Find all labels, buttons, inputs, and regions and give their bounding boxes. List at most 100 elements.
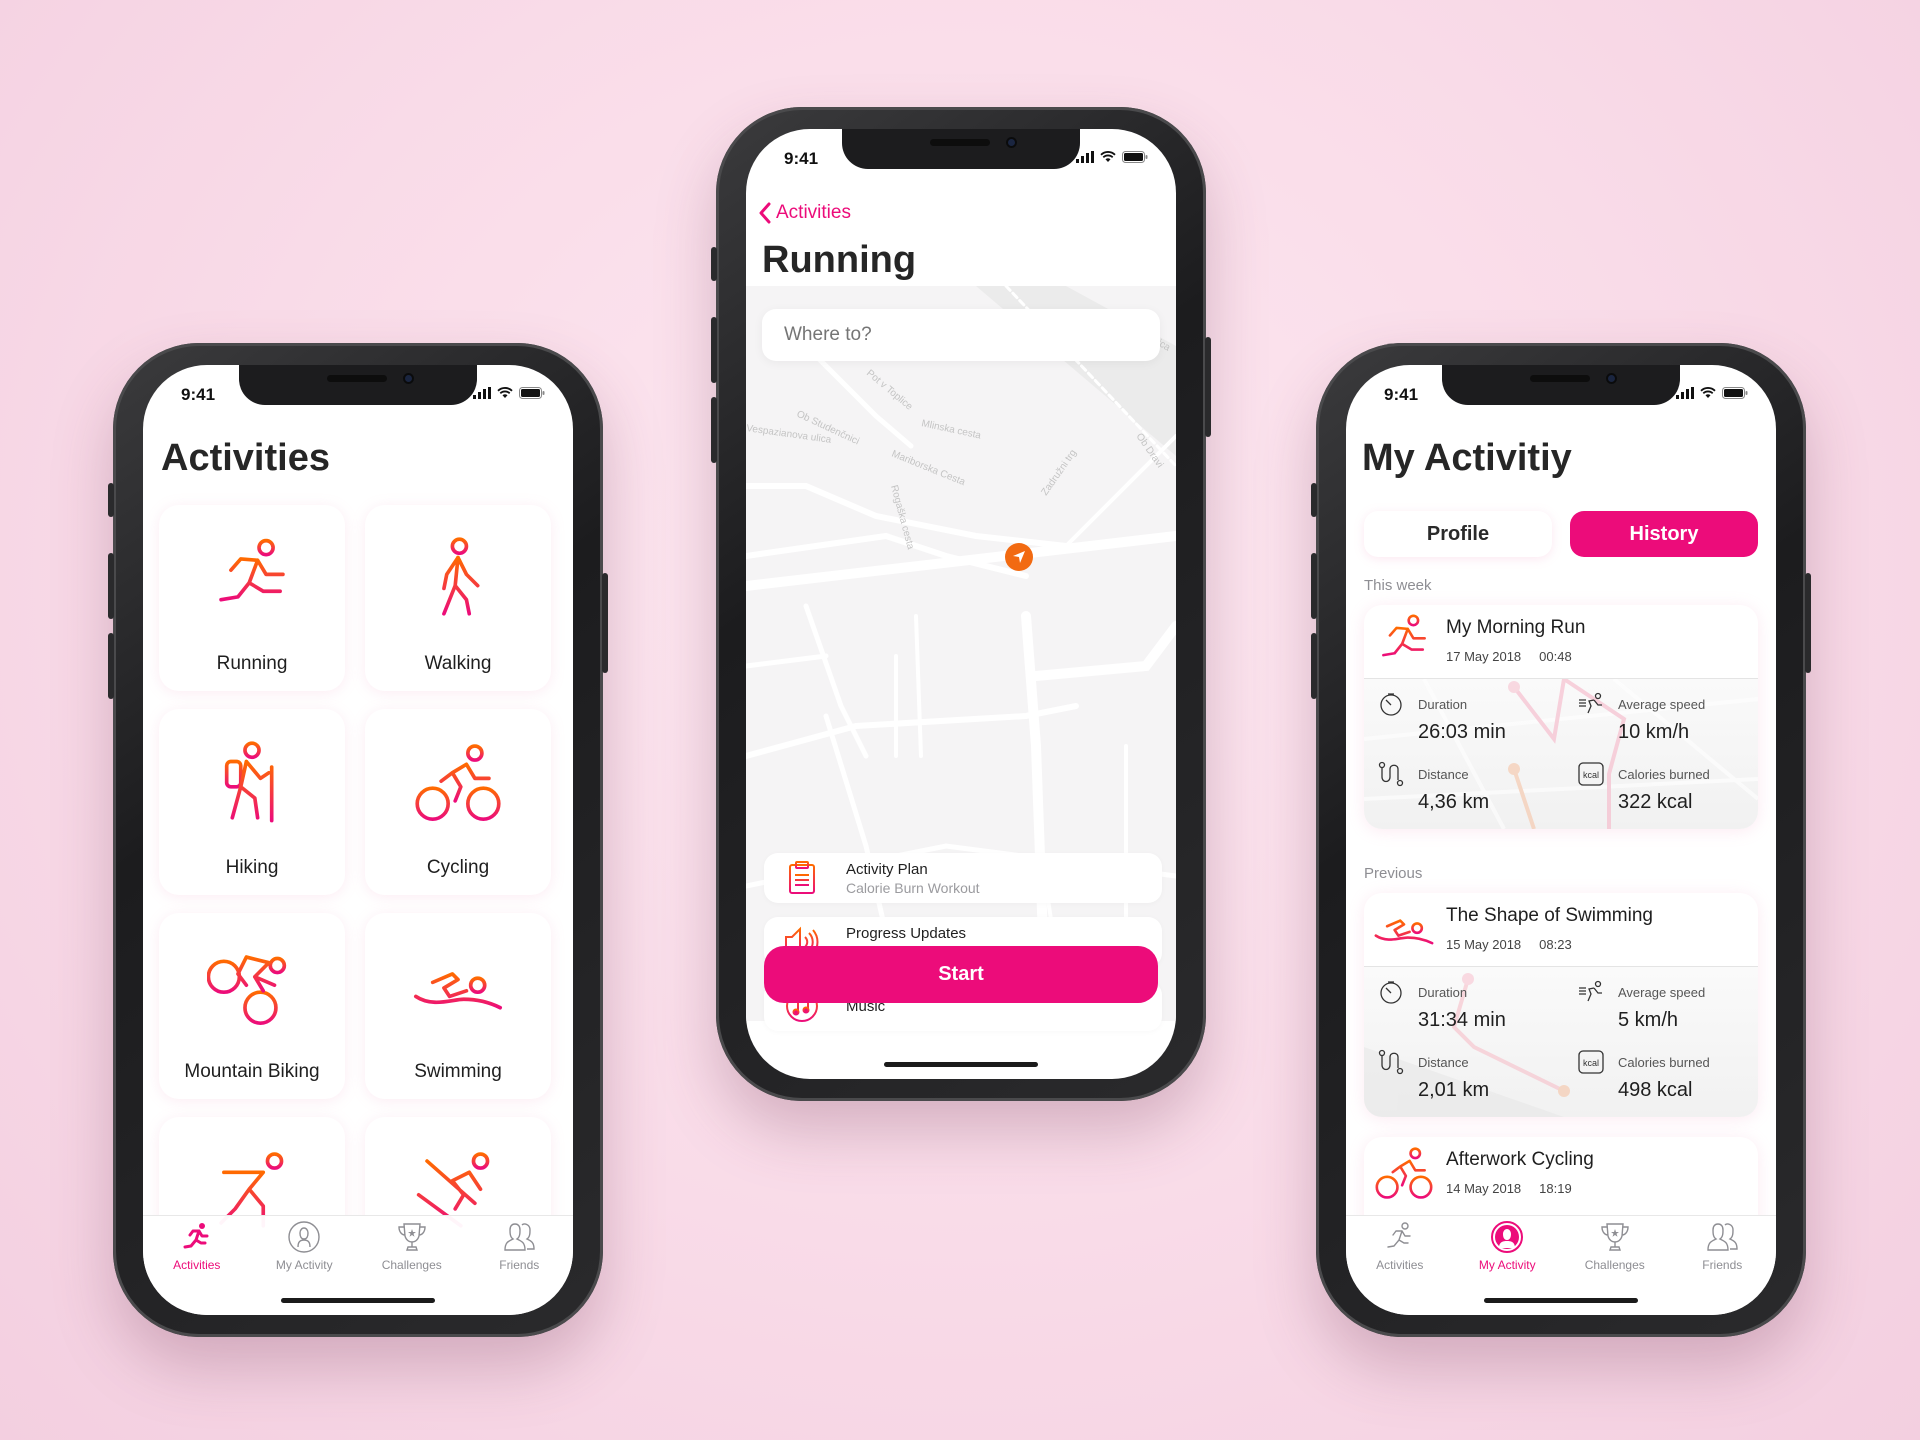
svg-text:kcal: kcal xyxy=(1583,1058,1599,1068)
mute-switch xyxy=(1311,483,1317,517)
card-stats: Duration 31:34 min Average speed 5 km/h … xyxy=(1364,967,1758,1117)
page-title: Activities xyxy=(161,437,330,479)
clipboard-icon xyxy=(789,861,815,894)
kcal-icon: kcal xyxy=(1578,762,1604,786)
status-bar: 9:41 xyxy=(143,377,573,407)
profile-icon xyxy=(288,1221,320,1253)
activity-label: Walking xyxy=(424,653,492,674)
stat-calories: kcal Calories burned 322 kcal xyxy=(1578,761,1758,825)
status-bar: 9:41 xyxy=(746,141,1176,171)
map-label: Mlinska cesta xyxy=(920,418,982,441)
option-title: Activity Plan xyxy=(846,860,928,878)
svg-text:kcal: kcal xyxy=(1583,770,1599,780)
activity-card[interactable]: The Shape of Swimming 15 May 2018 08:23 D… xyxy=(1364,893,1758,1117)
tab-activities[interactable]: Activities xyxy=(143,1216,251,1315)
chevron-left-icon xyxy=(759,202,771,224)
status-time: 9:41 xyxy=(784,149,819,168)
tab-friends[interactable]: Friends xyxy=(1669,1216,1777,1315)
tab-label: Activities xyxy=(173,1258,221,1272)
hiking-icon xyxy=(224,741,274,823)
section-header-previous: Previous xyxy=(1364,865,1423,882)
activity-tile-running[interactable]: Running xyxy=(159,505,345,691)
running-icon xyxy=(1387,1222,1411,1248)
battery-icon xyxy=(519,387,545,399)
stopwatch-icon xyxy=(1380,693,1402,716)
card-stats: Duration 26:03 min Average speed 10 km/h… xyxy=(1364,679,1758,829)
activity-tile-walking[interactable]: Walking xyxy=(365,505,551,691)
home-indicator[interactable] xyxy=(884,1062,1038,1067)
home-indicator[interactable] xyxy=(281,1298,435,1303)
activity-label: Mountain Biking xyxy=(184,1061,320,1082)
cycling-icon xyxy=(1375,1147,1433,1199)
activity-card[interactable]: My Morning Run 17 May 2018 00:48 Duration… xyxy=(1364,605,1758,829)
activity-tile-mountain-biking[interactable]: Mountain Biking xyxy=(159,913,345,1099)
swimming-icon xyxy=(413,972,503,1010)
stat-duration: Duration 26:03 min xyxy=(1378,691,1568,755)
activity-label: Cycling xyxy=(426,857,490,878)
stat-average-speed: Average speed 5 km/h xyxy=(1578,979,1758,1043)
activity-tile-hiking[interactable]: Hiking xyxy=(159,709,345,895)
card-time: 00:48 xyxy=(1539,649,1572,664)
kcal-icon: kcal xyxy=(1578,1050,1604,1074)
speed-runner-icon xyxy=(1579,692,1602,714)
map-streets: Drava Dravska ulica Pot v Toplice Mlinsk… xyxy=(746,286,1176,1021)
back-button[interactable]: Activities xyxy=(758,201,851,225)
card-date: 17 May 2018 xyxy=(1446,649,1522,664)
card-time: 08:23 xyxy=(1539,937,1572,952)
tab-label: My Activity xyxy=(275,1258,333,1272)
status-time: 9:41 xyxy=(181,385,216,404)
segment-history[interactable]: History xyxy=(1570,511,1758,557)
stat-distance: Distance 2,01 km xyxy=(1378,1049,1568,1113)
map-label: Mariborska Cesta xyxy=(890,449,967,489)
mute-switch xyxy=(108,483,114,517)
start-button[interactable]: Start xyxy=(764,946,1158,1003)
phone-my-activity: 9:41 My Activitiy Profile History This w… xyxy=(1311,343,1811,1337)
speed-runner-icon xyxy=(1579,980,1602,1002)
activity-grid: Running Walking Hiking Cycling Mountain … xyxy=(159,505,559,1303)
wifi-icon xyxy=(497,387,513,398)
section-header-this-week: This week xyxy=(1364,577,1432,594)
phone-running: 9:41 Activities Running ulica Pot v Topl… xyxy=(711,107,1211,1101)
volume-down-button xyxy=(108,633,114,699)
map-label: Zadružni trg xyxy=(1039,448,1079,498)
map-view[interactable]: Drava Dravska ulica Pot v Toplice Mlinsk… xyxy=(746,286,1176,1021)
running-screen: 9:41 Activities Running ulica Pot v Topl… xyxy=(746,129,1176,1079)
cycling-icon xyxy=(415,744,501,821)
tab-label: Activities xyxy=(1376,1258,1424,1272)
route-icon xyxy=(1378,1049,1404,1075)
segment-profile[interactable]: Profile xyxy=(1364,511,1552,557)
activity-tile-swimming[interactable]: Swimming xyxy=(365,913,551,1099)
stopwatch-icon xyxy=(1380,981,1402,1004)
mountain-biking-icon xyxy=(207,955,287,1025)
volume-up-button xyxy=(108,553,114,619)
swimming-icon xyxy=(1374,918,1434,944)
where-to-input[interactable] xyxy=(762,309,1160,361)
card-date: 14 May 2018 xyxy=(1446,1181,1522,1196)
friends-icon xyxy=(1707,1223,1738,1251)
signal-icon xyxy=(1676,387,1694,399)
running-icon xyxy=(1382,613,1426,656)
battery-icon xyxy=(1722,387,1748,399)
card-title: The Shape of Swimming xyxy=(1446,905,1653,926)
trophy-icon xyxy=(1601,1223,1629,1251)
home-indicator[interactable] xyxy=(1484,1298,1638,1303)
stat-duration: Duration 31:34 min xyxy=(1378,979,1568,1043)
current-location-pin[interactable] xyxy=(1005,543,1033,571)
route-icon xyxy=(1378,761,1404,787)
location-arrow-icon xyxy=(1013,551,1025,563)
tab-label: Challenges xyxy=(1584,1258,1645,1272)
activity-tile-cycling[interactable]: Cycling xyxy=(365,709,551,895)
side-button xyxy=(1805,573,1811,673)
card-title: Afterwork Cycling xyxy=(1446,1149,1594,1170)
activity-label: Running xyxy=(216,653,288,674)
tab-activities[interactable]: Activities xyxy=(1346,1216,1454,1315)
wifi-icon xyxy=(1700,387,1716,398)
volume-up-button xyxy=(711,317,717,383)
signal-icon xyxy=(473,387,491,399)
stat-calories: kcal Calories burned 498 kcal xyxy=(1578,1049,1758,1113)
page-title: My Activitiy xyxy=(1362,437,1572,479)
option-activity-plan[interactable]: Activity Plan Calorie Burn Workout xyxy=(764,853,1162,903)
tab-friends[interactable]: Friends xyxy=(466,1216,574,1315)
card-date: 15 May 2018 xyxy=(1446,937,1522,952)
map-label: Pot v Toplice xyxy=(864,368,915,413)
